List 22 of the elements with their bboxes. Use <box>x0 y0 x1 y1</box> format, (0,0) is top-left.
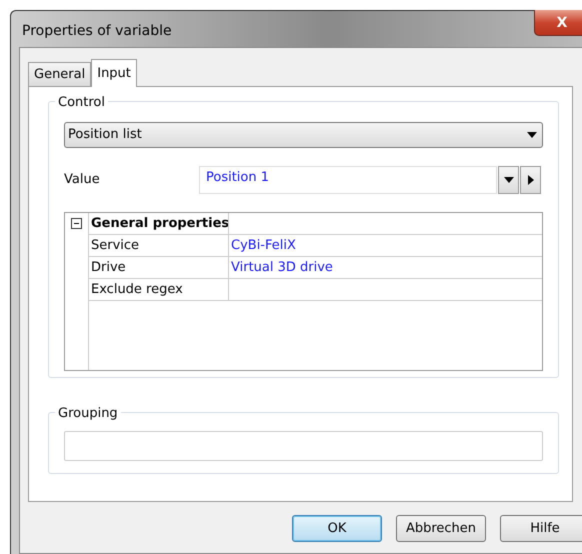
dialog-button[interactable]: Abbrechen <box>396 515 486 542</box>
property-name: Service <box>89 235 229 256</box>
property-name: Drive <box>89 257 229 278</box>
dialog-button[interactable]: Hilfe <box>500 515 582 542</box>
value-label: Value <box>64 171 101 190</box>
property-value: Virtual 3D drive <box>230 259 334 277</box>
caret-icon <box>504 177 514 183</box>
close-button[interactable]: X <box>534 10 582 36</box>
arrow-right-icon <box>528 175 534 185</box>
property-value: CyBi-FeliX <box>230 237 297 255</box>
tab[interactable]: Input <box>91 59 137 87</box>
grouping-field[interactable] <box>64 431 543 461</box>
property-name: Exclude regex <box>89 279 229 300</box>
caret-icon <box>527 132 537 138</box>
window-title: Properties of variable <box>22 22 172 41</box>
dropdown-button[interactable] <box>498 166 519 194</box>
dialog-button[interactable]: OK <box>292 515 382 542</box>
collapse-icon[interactable] <box>71 218 82 229</box>
next-button[interactable] <box>520 166 541 194</box>
control-dropdown[interactable]: Position list <box>64 122 543 148</box>
tab[interactable]: General <box>28 62 92 86</box>
value-field[interactable]: Position 1 <box>199 166 497 194</box>
